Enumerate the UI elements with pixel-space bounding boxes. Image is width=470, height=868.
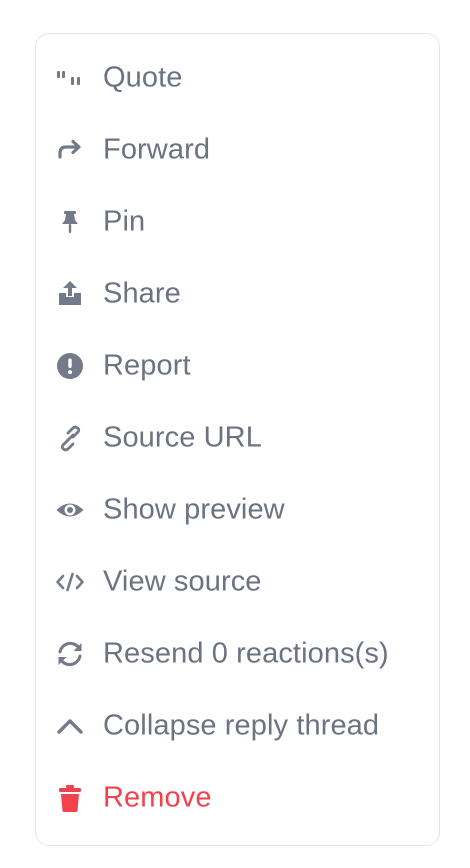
- message-context-menu: Quote Forward Pin Share Report Source UR…: [35, 33, 440, 846]
- pin-icon: [55, 207, 85, 237]
- trash-icon: [55, 783, 85, 813]
- share-icon: [55, 279, 85, 309]
- menu-item-collapse-reply-thread[interactable]: Collapse reply thread: [36, 690, 439, 762]
- chevron-up-icon: [55, 711, 85, 741]
- menu-item-label: Pin: [103, 205, 146, 238]
- menu-item-label: Quote: [103, 61, 183, 94]
- menu-item-resend-reactions[interactable]: Resend 0 reactions(s): [36, 618, 439, 690]
- menu-item-label: Share: [103, 277, 181, 310]
- menu-item-show-preview[interactable]: Show preview: [36, 474, 439, 546]
- menu-item-label: Report: [103, 349, 191, 382]
- menu-item-source-url[interactable]: Source URL: [36, 402, 439, 474]
- menu-item-remove[interactable]: Remove: [36, 762, 439, 834]
- menu-item-label: Source URL: [103, 421, 262, 454]
- menu-item-label: Collapse reply thread: [103, 709, 380, 742]
- menu-item-label: Forward: [103, 133, 211, 166]
- menu-item-report[interactable]: Report: [36, 330, 439, 402]
- link-icon: [55, 423, 85, 453]
- menu-item-forward[interactable]: Forward: [36, 114, 439, 186]
- eye-icon: [55, 495, 85, 525]
- menu-item-label: Remove: [103, 781, 212, 814]
- menu-item-label: Show preview: [103, 493, 285, 526]
- forward-icon: [55, 135, 85, 165]
- menu-item-label: Resend 0 reactions(s): [103, 637, 389, 670]
- code-icon: [55, 567, 85, 597]
- menu-item-share[interactable]: Share: [36, 258, 439, 330]
- exclamation-circle-icon: [55, 351, 85, 381]
- refresh-icon: [55, 639, 85, 669]
- menu-item-label: View source: [103, 565, 262, 598]
- quote-icon: [55, 63, 85, 93]
- menu-item-view-source[interactable]: View source: [36, 546, 439, 618]
- menu-item-pin[interactable]: Pin: [36, 186, 439, 258]
- menu-item-quote[interactable]: Quote: [36, 42, 439, 114]
